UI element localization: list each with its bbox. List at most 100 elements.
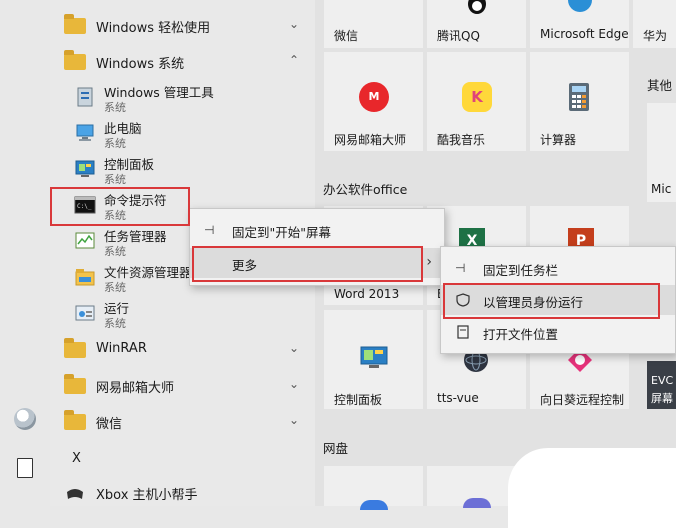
- app-windows-admin-tools[interactable]: Windows 管理工具 系统: [50, 80, 315, 114]
- folder-doc-icon: [457, 325, 469, 339]
- user-avatar-icon[interactable]: [14, 408, 36, 430]
- menu-item-label: 固定到"开始"屏幕: [232, 225, 331, 240]
- kuwo-music-icon: K: [462, 82, 492, 112]
- netdisk-icon: [463, 498, 491, 508]
- tile-label: 酷我音乐: [437, 133, 486, 147]
- tile-kuwo-music[interactable]: K 酷我音乐: [427, 52, 526, 151]
- app-sublabel: 系统: [104, 209, 126, 222]
- folder-winrar[interactable]: WinRAR ⌄: [50, 336, 315, 362]
- tile-label: Mic: [651, 182, 672, 196]
- group-header-office[interactable]: 办公软件office: [323, 179, 407, 198]
- menu-item-label: 固定到任务栏: [483, 263, 559, 278]
- tile-label: EVC: [651, 374, 674, 387]
- menu-item-more[interactable]: 更多 ›: [190, 248, 444, 278]
- context-menu: ⊣ 固定到"开始"屏幕 更多 ›: [189, 208, 445, 286]
- tile-huawei[interactable]: 华为: [633, 0, 676, 48]
- folder-icon: [64, 374, 86, 394]
- tile-label: 向日葵远程控制: [540, 393, 625, 407]
- file-explorer-icon: [75, 269, 95, 286]
- folder-icon: [64, 338, 86, 358]
- shield-icon: [456, 293, 470, 307]
- calculator-icon: [569, 83, 589, 111]
- app-sublabel: 系统: [104, 317, 126, 330]
- chevron-down-icon: ⌄: [288, 17, 299, 31]
- task-manager-icon: [75, 232, 95, 249]
- app-label: Xbox 主机小帮手: [96, 488, 198, 503]
- app-xbox-companion[interactable]: Xbox 主机小帮手: [50, 480, 315, 506]
- menu-item-open-file-location[interactable]: 打开文件位置: [441, 317, 675, 347]
- tile-netdisk-1[interactable]: [324, 466, 423, 510]
- app-control-panel[interactable]: 控制面板 系统: [50, 152, 315, 186]
- app-sublabel: 系统: [104, 101, 126, 114]
- start-left-rail: [0, 0, 50, 506]
- tile-microsoft-partial[interactable]: Mic: [647, 103, 676, 202]
- folder-label: Windows 系统: [96, 57, 185, 72]
- tile-calculator[interactable]: 计算器: [530, 52, 629, 151]
- app-this-pc[interactable]: 此电脑 系统: [50, 116, 315, 150]
- tile-label: tts-vue: [437, 391, 479, 405]
- tile-label: 计算器: [540, 133, 577, 147]
- chevron-down-icon: ⌄: [288, 341, 299, 355]
- app-sublabel: 系统: [104, 281, 126, 294]
- menu-item-run-as-admin[interactable]: 以管理员身份运行: [441, 285, 675, 315]
- control-panel-icon: [360, 346, 388, 368]
- computer-icon: [76, 124, 94, 141]
- folder-wechat[interactable]: 微信 ⌄: [50, 408, 315, 434]
- folder-icon: [64, 410, 86, 430]
- pin-icon: ⊣: [204, 223, 215, 237]
- pin-icon: ⊣: [455, 261, 466, 275]
- white-overlay: [508, 448, 676, 528]
- group-header-other[interactable]: 其他: [647, 75, 672, 94]
- app-sublabel: 系统: [104, 137, 126, 150]
- control-panel-icon: [75, 160, 95, 177]
- tile-label: 微信: [334, 29, 359, 43]
- run-icon: [75, 305, 95, 321]
- netdisk-icon: [360, 500, 388, 510]
- admin-tools-icon: [77, 87, 93, 107]
- menu-item-pin-to-start[interactable]: ⊣ 固定到"开始"屏幕: [190, 215, 444, 245]
- chevron-right-icon: ›: [426, 254, 432, 270]
- tile-label: 腾讯QQ: [437, 29, 480, 43]
- tile-evc-partial[interactable]: EVC 屏幕: [647, 361, 676, 409]
- tile-label: Word 2013: [334, 287, 400, 301]
- tile-label: Microsoft Edge: [540, 27, 629, 41]
- documents-icon[interactable]: [17, 458, 33, 478]
- folder-netease-mail[interactable]: 网易邮箱大师 ⌄: [50, 372, 315, 398]
- terminal-icon: C:\_: [74, 196, 96, 214]
- folder-windows-ease-of-access[interactable]: Windows 轻松使用 ⌄: [50, 12, 315, 38]
- netease-mail-icon: M: [359, 82, 389, 112]
- folder-label: WinRAR: [96, 341, 147, 356]
- app-sublabel: 系统: [104, 173, 126, 186]
- letter-label: X: [72, 451, 81, 466]
- folder-icon: [64, 50, 86, 70]
- tile-label: 屏幕: [651, 392, 673, 405]
- folder-label: Windows 轻松使用: [96, 21, 211, 36]
- menu-item-label: 打开文件位置: [483, 327, 559, 342]
- folder-label: 微信: [96, 417, 123, 432]
- folder-label: 网易邮箱大师: [96, 381, 175, 396]
- edge-icon: [568, 0, 592, 12]
- group-header-netdisk[interactable]: 网盘: [323, 438, 348, 457]
- tile-label: 控制面板: [334, 393, 383, 407]
- menu-item-label: 以管理员身份运行: [483, 295, 584, 310]
- tile-label: 华为: [643, 29, 668, 43]
- chevron-down-icon: ⌄: [288, 377, 299, 391]
- svg-text:C:\_: C:\_: [77, 203, 92, 210]
- submenu: ⊣ 固定到任务栏 以管理员身份运行 打开文件位置: [440, 246, 676, 354]
- tile-label: 网易邮箱大师: [334, 133, 407, 147]
- app-sublabel: 系统: [104, 245, 126, 258]
- qq-penguin-icon: [468, 0, 486, 14]
- tile-qq[interactable]: 腾讯QQ: [427, 0, 526, 48]
- tile-netease-mail[interactable]: M 网易邮箱大师: [324, 52, 423, 151]
- tile-edge[interactable]: Microsoft Edge: [530, 0, 629, 48]
- xbox-controller-icon: [67, 489, 83, 499]
- letter-header-x[interactable]: X: [50, 448, 315, 470]
- tile-wechat[interactable]: 微信: [324, 0, 423, 48]
- menu-item-pin-to-taskbar[interactable]: ⊣ 固定到任务栏: [441, 253, 675, 283]
- app-run[interactable]: 运行 系统: [50, 296, 315, 330]
- chevron-up-icon: ⌃: [288, 53, 299, 67]
- folder-windows-system[interactable]: Windows 系统 ⌃: [50, 48, 315, 74]
- tile-control-panel[interactable]: 控制面板: [324, 310, 423, 409]
- chevron-down-icon: ⌄: [288, 413, 299, 427]
- menu-item-label: 更多: [232, 258, 258, 273]
